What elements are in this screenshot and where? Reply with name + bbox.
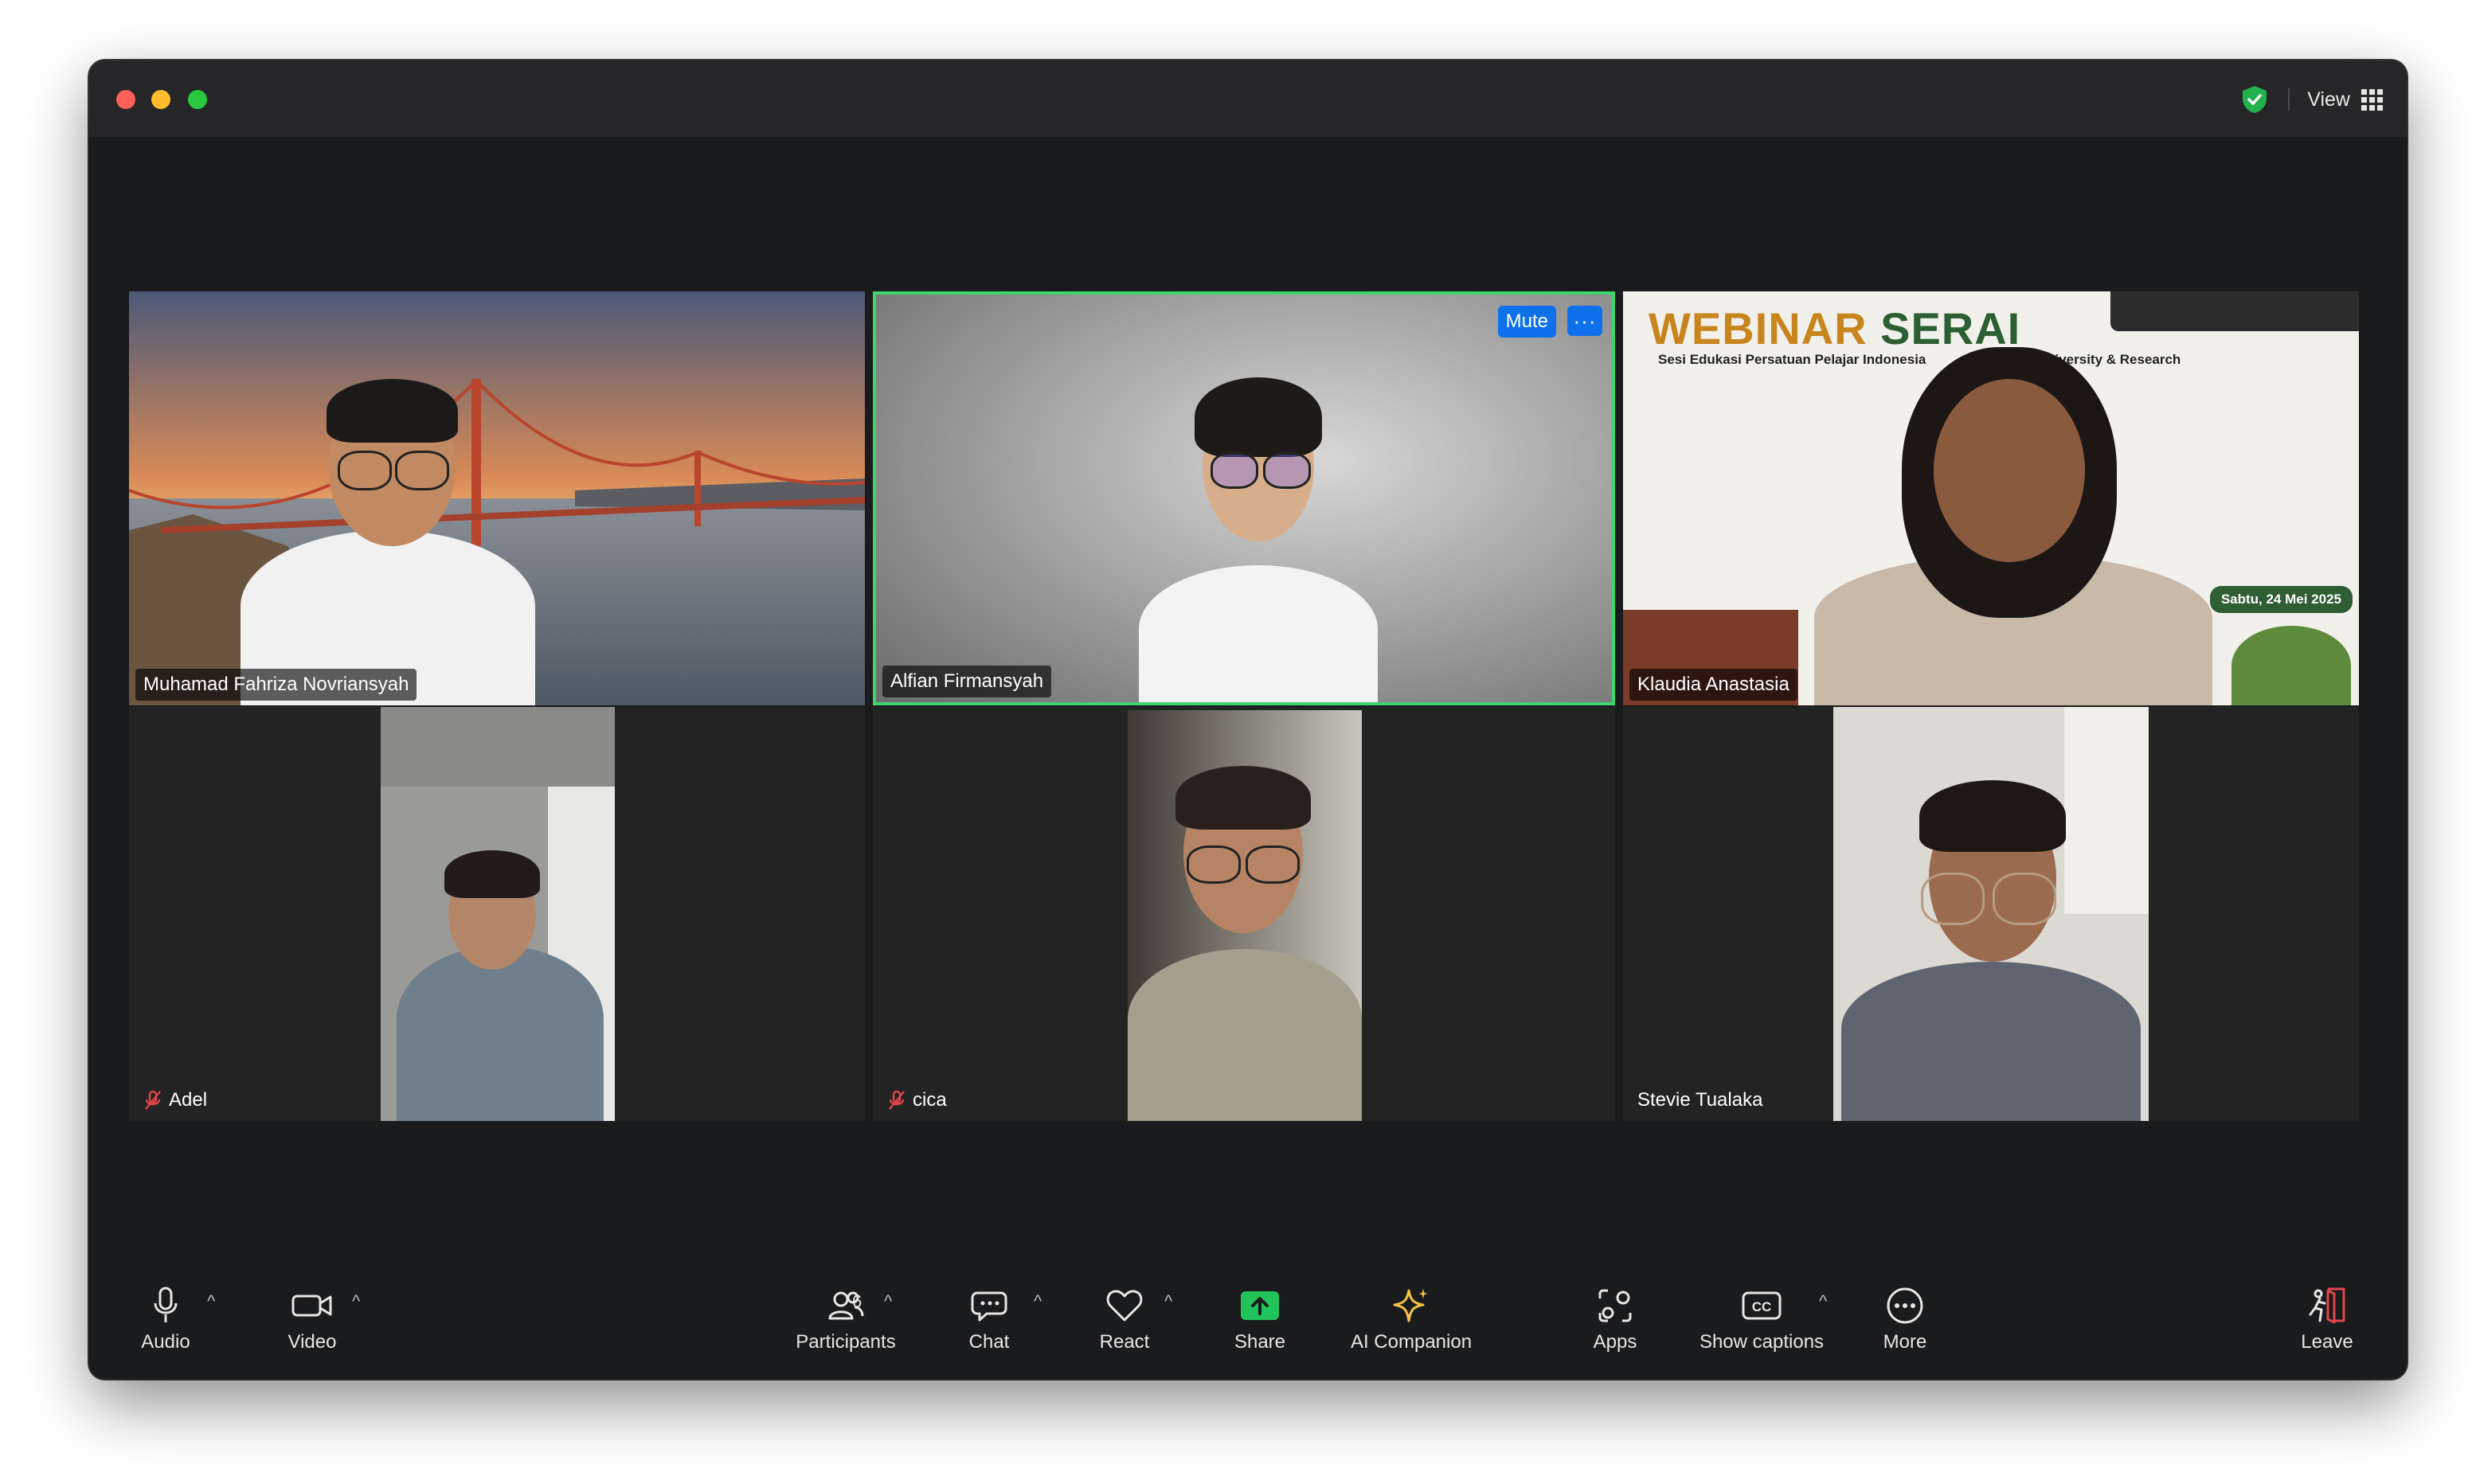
- react-label: React: [1099, 1331, 1150, 1353]
- mute-participant-button[interactable]: Mute: [1497, 306, 1556, 338]
- participant-video-person: [1782, 347, 2244, 705]
- video-tile-2-active-speaker[interactable]: Mute ··· Alfian Firmansyah: [873, 291, 1615, 705]
- participant-name: Muhamad Fahriza Novriansyah: [143, 674, 409, 695]
- apps-button[interactable]: Apps: [1575, 1282, 1655, 1353]
- participants-button[interactable]: Participants: [774, 1282, 917, 1353]
- closed-captions-icon: CC: [1742, 1291, 1782, 1320]
- svg-text:CC: CC: [1752, 1299, 1772, 1314]
- grid-view-icon[interactable]: [2361, 88, 2383, 111]
- participant-name-label: Muhamad Fahriza Novriansyah: [135, 669, 417, 701]
- plant-illustration: [2231, 626, 2351, 705]
- muted-mic-icon: [145, 1090, 161, 1110]
- microphone-icon: [154, 1287, 178, 1322]
- audio-options-chevron-icon[interactable]: ^: [207, 1291, 215, 1312]
- divider: [2288, 88, 2290, 111]
- captions-options-chevron-icon[interactable]: ^: [1819, 1291, 1827, 1312]
- participant-name-label: cica: [879, 1084, 955, 1116]
- chat-bubble-icon: [971, 1291, 1007, 1322]
- participant-more-options-button[interactable]: ···: [1567, 306, 1602, 336]
- chat-button[interactable]: Chat: [949, 1282, 1029, 1353]
- minimize-window-button[interactable]: [151, 90, 170, 109]
- participant-name: cica: [913, 1089, 947, 1111]
- more-button[interactable]: More: [1865, 1282, 1945, 1353]
- participant-name: Adel: [169, 1089, 208, 1111]
- view-button-label[interactable]: View: [2307, 88, 2350, 111]
- participant-video-person: [225, 371, 559, 705]
- participant-name-label: Adel: [135, 1084, 215, 1116]
- title-bar: View: [89, 61, 2407, 137]
- apps-label: Apps: [1593, 1331, 1637, 1353]
- participant-video: [381, 707, 615, 1121]
- leave-door-icon: [2309, 1287, 2345, 1324]
- show-captions-button[interactable]: CC Show captions: [1690, 1282, 1833, 1353]
- ai-companion-label: AI Companion: [1350, 1331, 1473, 1353]
- zoom-meeting-window: View Muhamad Fahriza Novriansyah Mute ··…: [89, 61, 2407, 1379]
- muted-mic-icon: [889, 1090, 905, 1110]
- apps-icon: [1598, 1289, 1632, 1322]
- participant-name-label: Stevie Tualaka: [1629, 1084, 1770, 1116]
- video-tile-4[interactable]: Adel: [129, 707, 865, 1121]
- sponsor-logos-strip: [2110, 291, 2359, 331]
- more-options-icon: [1887, 1287, 1923, 1324]
- chat-options-chevron-icon[interactable]: ^: [1034, 1291, 1042, 1312]
- participant-video: [1128, 710, 1362, 1121]
- video-tile-5[interactable]: cica: [873, 707, 1615, 1121]
- webinar-title-b: SERAI: [1880, 303, 2021, 353]
- webinar-title-a: WEBINAR: [1649, 303, 1868, 353]
- share-label: Share: [1234, 1331, 1286, 1353]
- participant-name: Alfian Firmansyah: [890, 670, 1044, 692]
- share-button[interactable]: Share: [1220, 1282, 1300, 1353]
- heart-icon: [1106, 1290, 1143, 1322]
- participant-name: Klaudia Anastasia: [1637, 674, 1789, 695]
- video-tile-6[interactable]: Stevie Tualaka: [1623, 707, 2359, 1121]
- video-options-chevron-icon[interactable]: ^: [352, 1291, 360, 1312]
- meeting-toolbar: Audio ^ Video ^ Participants 6 ^ Chat ^ …: [89, 1267, 2407, 1379]
- share-screen-icon: [1241, 1291, 1279, 1320]
- participant-name: Stevie Tualaka: [1637, 1089, 1763, 1111]
- participant-video: [1833, 707, 2149, 1121]
- audio-label: Audio: [141, 1331, 190, 1353]
- video-camera-icon: [291, 1295, 332, 1317]
- video-label: Video: [287, 1331, 337, 1353]
- encryption-shield-icon[interactable]: [2239, 84, 2271, 115]
- react-options-chevron-icon[interactable]: ^: [1164, 1291, 1172, 1312]
- participants-count: 6: [852, 1291, 862, 1311]
- participants-options-chevron-icon[interactable]: ^: [884, 1291, 892, 1312]
- close-window-button[interactable]: [116, 90, 135, 109]
- show-captions-label: Show captions: [1699, 1331, 1825, 1353]
- sparkle-icon: [1393, 1289, 1428, 1322]
- leave-meeting-button[interactable]: Leave: [2287, 1282, 2367, 1353]
- chat-label: Chat: [968, 1331, 1010, 1353]
- video-button[interactable]: Video: [272, 1282, 352, 1353]
- participant-name-label: Klaudia Anastasia: [1629, 669, 1797, 701]
- fullscreen-window-button[interactable]: [188, 90, 207, 109]
- video-tile-1[interactable]: Muhamad Fahriza Novriansyah: [129, 291, 865, 705]
- more-label: More: [1883, 1331, 1927, 1353]
- ai-companion-button[interactable]: AI Companion: [1332, 1282, 1491, 1353]
- participants-label: Participants: [796, 1331, 896, 1353]
- react-button[interactable]: React: [1085, 1282, 1164, 1353]
- leave-label: Leave: [2301, 1331, 2353, 1353]
- audio-button[interactable]: Audio: [134, 1282, 198, 1353]
- participant-video-person: [1139, 366, 1378, 702]
- video-tile-3[interactable]: WEBINAR SERAI Sesi Edukasi Persatuan Pel…: [1623, 291, 2359, 705]
- participant-name-label: Alfian Firmansyah: [882, 666, 1052, 697]
